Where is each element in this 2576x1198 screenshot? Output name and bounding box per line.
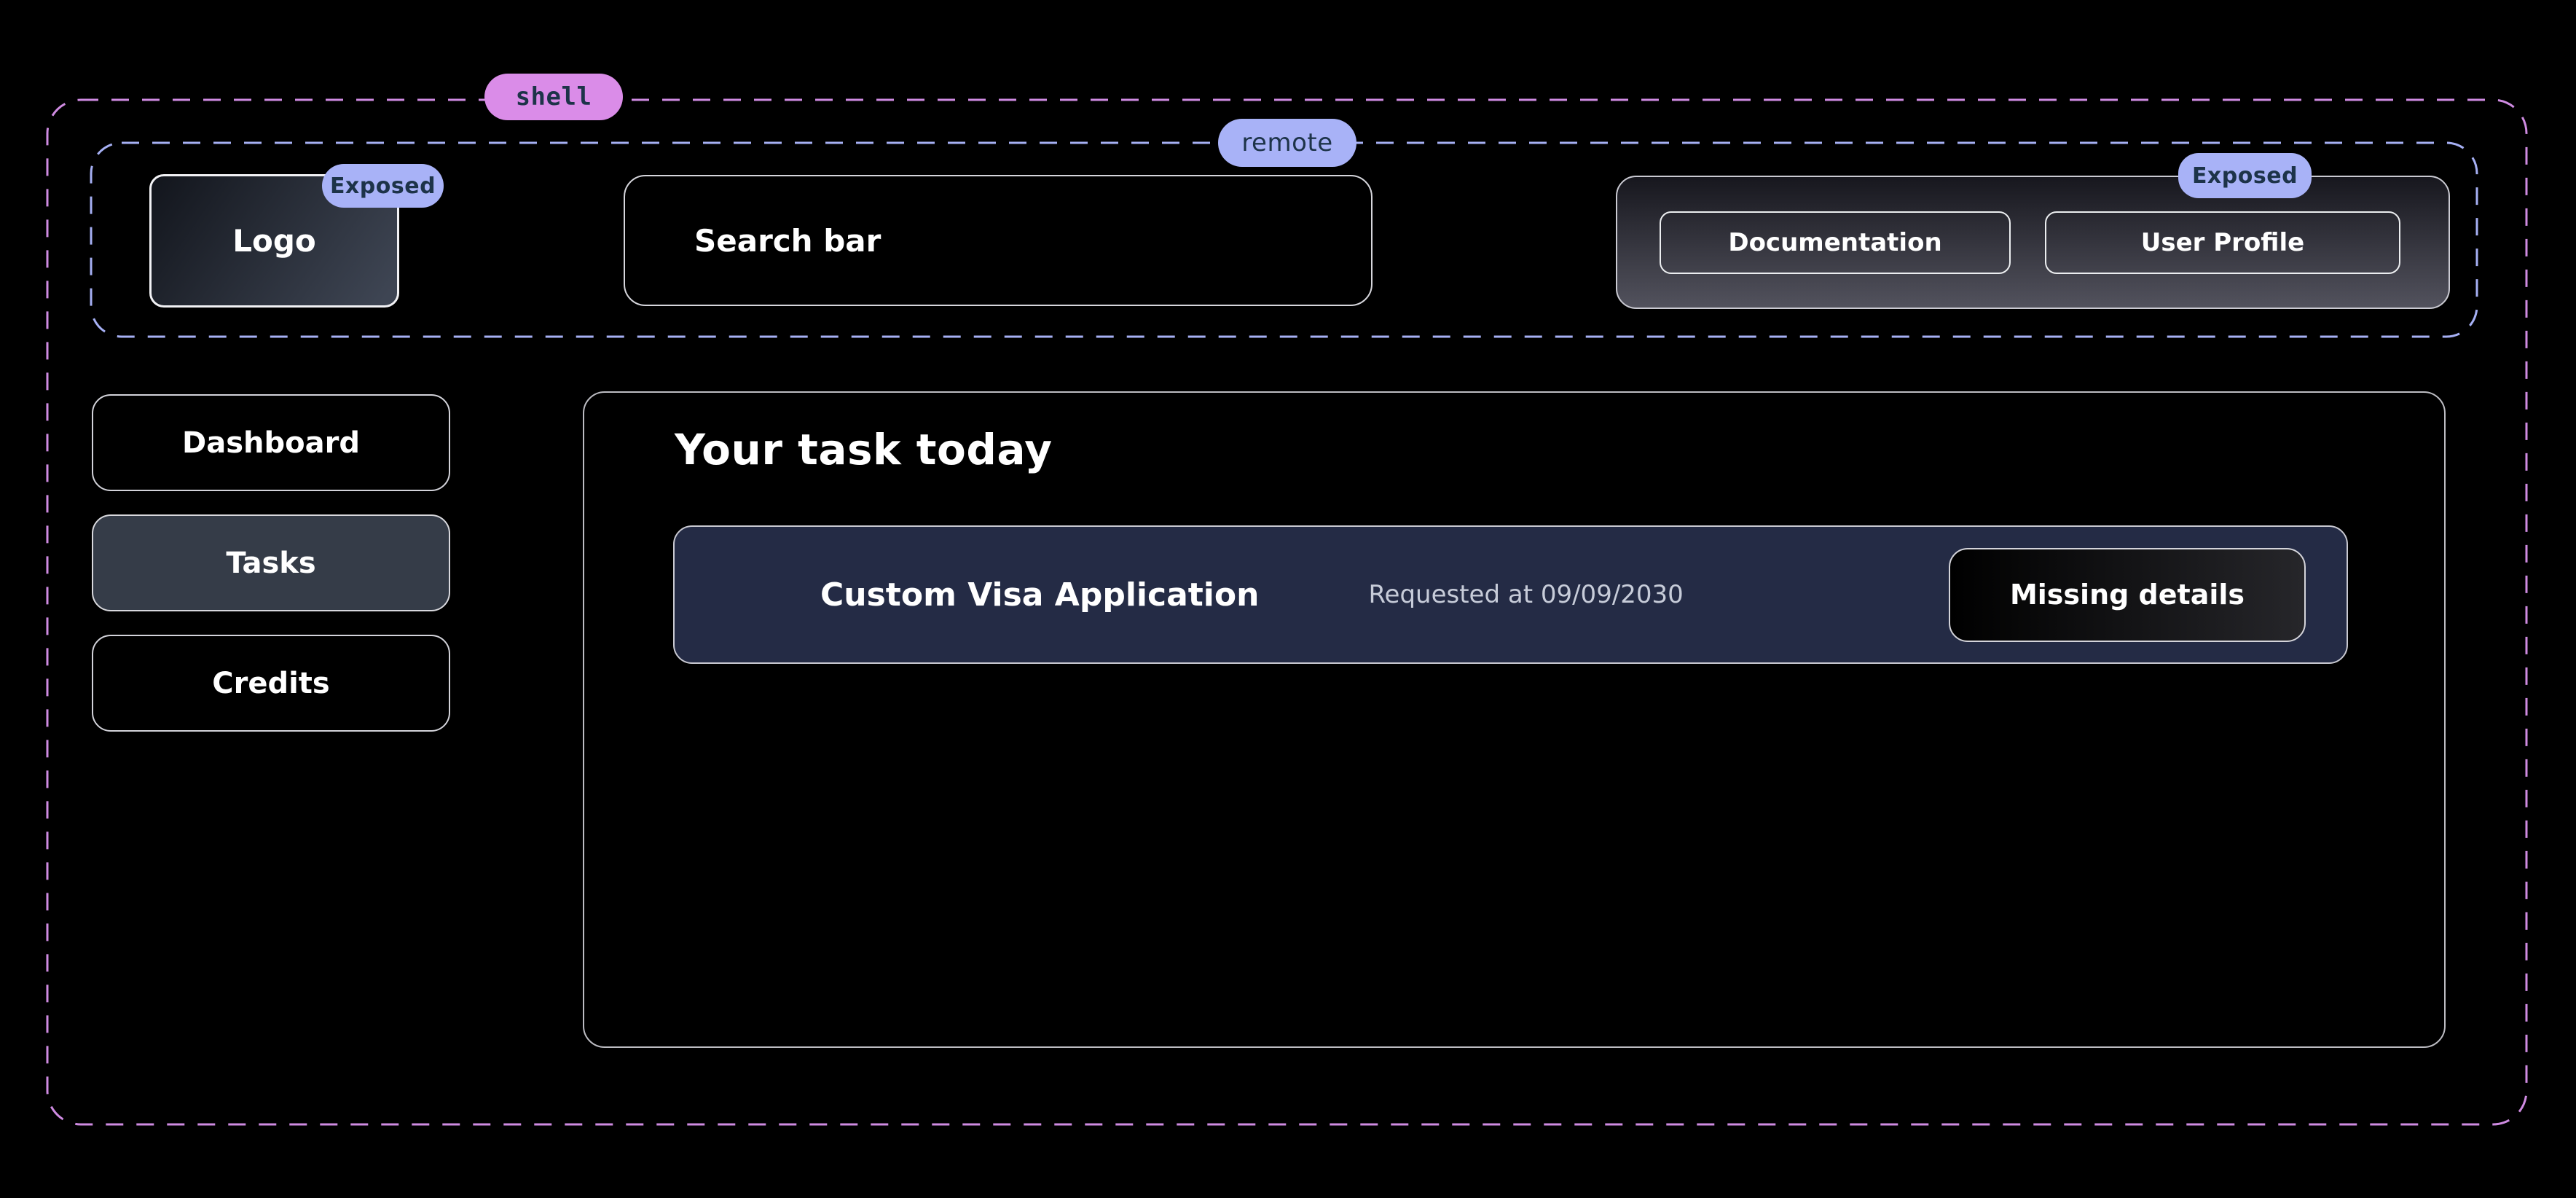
sidebar-item-dashboard[interactable]: Dashboard: [92, 394, 450, 491]
page-title: Your task today: [675, 425, 1053, 474]
sidebar-item-credits[interactable]: Credits: [92, 635, 450, 732]
logo-label: Logo: [232, 223, 316, 259]
documentation-button[interactable]: Documentation: [1660, 211, 2011, 274]
remote-badge: remote: [1218, 119, 1356, 167]
missing-details-button[interactable]: Missing details: [1949, 548, 2306, 642]
user-profile-button[interactable]: User Profile: [2045, 211, 2400, 274]
shell-app-canvas: { "badges": { "shell": "shell", "remote"…: [0, 0, 2576, 1198]
task-title: Custom Visa Application: [820, 576, 1259, 614]
task-row[interactable]: Custom Visa Application Requested at 09/…: [673, 525, 2348, 664]
search-bar-label: Search bar: [694, 223, 881, 259]
exposed-badge-logo: Exposed: [322, 164, 444, 208]
exposed-badge-header: Exposed: [2178, 153, 2312, 198]
header-nav-group: Documentation User Profile: [1616, 176, 2450, 309]
search-bar[interactable]: Search bar: [624, 175, 1373, 306]
main-panel: Your task today Custom Visa Application …: [583, 391, 2446, 1048]
shell-badge: shell: [484, 74, 623, 120]
task-requested-date: Requested at 09/09/2030: [1368, 580, 1683, 609]
sidebar: Dashboard Tasks Credits: [92, 394, 450, 732]
sidebar-item-tasks[interactable]: Tasks: [92, 514, 450, 611]
